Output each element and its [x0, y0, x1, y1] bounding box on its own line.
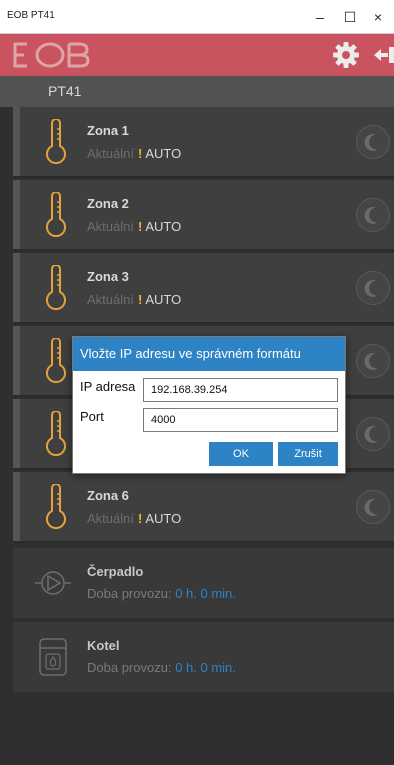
gear-icon[interactable]: [333, 42, 359, 68]
zone-name: Zona 1: [87, 123, 129, 138]
device-name: Kotel: [87, 638, 120, 653]
thermometer-icon: [46, 484, 66, 530]
runtime-value: 0 h. 0 min.: [175, 586, 236, 601]
port-input[interactable]: [143, 408, 338, 432]
eob-logo: [13, 42, 90, 68]
zone-accent: [13, 107, 20, 176]
port-label: Port: [80, 409, 104, 424]
zone-accent: [13, 399, 20, 468]
zone-accent: [13, 326, 20, 395]
window-titlebar: EOB PT41 – ☐ ×: [0, 0, 394, 34]
zone-status: Aktuální! AUTO: [87, 292, 181, 307]
moon-icon[interactable]: [356, 271, 390, 305]
zone-mode: AUTO: [145, 292, 182, 307]
thermometer-icon: [46, 411, 66, 457]
close-button[interactable]: ×: [367, 7, 389, 27]
warning-icon: !: [137, 219, 143, 234]
zone-3[interactable]: Zona 3 Aktuální! AUTO: [13, 253, 394, 324]
device-name: PT41: [48, 83, 82, 99]
device-runtime: Doba provozu: 0 h. 0 min.: [87, 660, 236, 675]
moon-icon[interactable]: [356, 198, 390, 232]
zone-status: Aktuální! AUTO: [87, 219, 181, 234]
device-runtime: Doba provozu: 0 h. 0 min.: [87, 586, 236, 601]
warning-icon: !: [137, 511, 143, 526]
thermometer-icon: [46, 192, 66, 238]
zone-status: Aktuální! AUTO: [87, 511, 181, 526]
maximize-button[interactable]: ☐: [339, 7, 361, 27]
ip-label: IP adresa: [80, 379, 136, 394]
runtime-label: Doba provozu:: [87, 660, 172, 675]
boiler-icon: [39, 638, 67, 676]
zone-status-label: Aktuální: [87, 511, 134, 526]
zone-6[interactable]: Zona 6 Aktuální! AUTO: [13, 472, 394, 543]
ip-dialog: Vložte IP adresu ve správném formátu IP …: [72, 336, 346, 474]
zone-1[interactable]: Zona 1 Aktuální! AUTO: [13, 107, 394, 178]
zone-accent: [13, 180, 20, 249]
thermometer-icon: [46, 119, 66, 165]
device-bar: PT41: [0, 76, 394, 107]
zone-mode: AUTO: [145, 219, 182, 234]
zone-name: Zona 2: [87, 196, 129, 211]
moon-icon[interactable]: [356, 417, 390, 451]
moon-icon[interactable]: [356, 490, 390, 524]
zone-name: Zona 6: [87, 488, 129, 503]
pump-item[interactable]: Čerpadlo Doba provozu: 0 h. 0 min.: [13, 548, 394, 620]
zone-status-label: Aktuální: [87, 146, 134, 161]
moon-icon[interactable]: [356, 344, 390, 378]
app-header: [0, 34, 394, 76]
zone-status: Aktuální! AUTO: [87, 146, 181, 161]
exit-icon[interactable]: [370, 45, 394, 65]
zone-status-label: Aktuální: [87, 219, 134, 234]
runtime-label: Doba provozu:: [87, 586, 172, 601]
runtime-value: 0 h. 0 min.: [175, 660, 236, 675]
zone-accent: [13, 472, 20, 541]
pump-icon: [35, 571, 71, 595]
zone-status-label: Aktuální: [87, 292, 134, 307]
thermometer-icon: [46, 265, 66, 311]
warning-icon: !: [137, 292, 143, 307]
zone-name: Zona 3: [87, 269, 129, 284]
dialog-title: Vložte IP adresu ve správném formátu: [73, 337, 345, 371]
boiler-item[interactable]: Kotel Doba provozu: 0 h. 0 min.: [13, 622, 394, 694]
warning-icon: !: [137, 146, 143, 161]
moon-icon[interactable]: [356, 125, 390, 159]
zone-mode: AUTO: [145, 511, 182, 526]
ip-address-input[interactable]: [143, 378, 338, 402]
zone-2[interactable]: Zona 2 Aktuální! AUTO: [13, 180, 394, 251]
ok-button[interactable]: OK: [209, 442, 273, 466]
device-name: Čerpadlo: [87, 564, 144, 579]
zone-accent: [13, 253, 20, 322]
cancel-button[interactable]: Zrušit: [278, 442, 338, 466]
minimize-button[interactable]: –: [309, 7, 331, 27]
window-title: EOB PT41: [7, 10, 55, 21]
thermometer-icon: [46, 338, 66, 384]
zone-mode: AUTO: [145, 146, 182, 161]
